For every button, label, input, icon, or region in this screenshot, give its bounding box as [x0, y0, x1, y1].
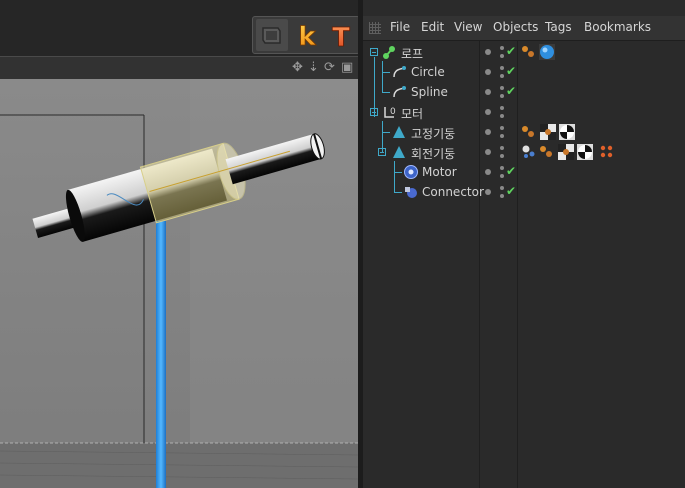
k-plugin-label: k [298, 22, 316, 51]
menu-view[interactable]: View [454, 20, 482, 34]
enabled-check-icon[interactable]: ✔ [506, 84, 516, 98]
object-row-fixed-pillar[interactable]: 고정기둥 [363, 122, 685, 142]
panel-grip-icon[interactable] [369, 22, 381, 34]
render-visibility-dots[interactable] [500, 146, 504, 158]
k-plugin-button[interactable]: k [291, 19, 323, 53]
menu-bookmarks[interactable]: Bookmarks [584, 20, 651, 34]
object-manager: File Edit View Objects Tags Bookmarks 로프… [363, 16, 685, 488]
points-tag-icon[interactable] [599, 144, 615, 160]
null-icon: 0 [384, 107, 396, 118]
spline-ik-icon [383, 46, 395, 59]
editor-visibility-dot[interactable] [485, 89, 491, 95]
menu-tags[interactable]: Tags [545, 20, 572, 34]
menu-file[interactable]: File [390, 20, 410, 34]
render-visibility-dots[interactable] [500, 46, 504, 58]
cone-icon [393, 126, 405, 138]
material-tags-icon[interactable] [521, 124, 537, 140]
object-label: Spline [411, 85, 448, 99]
enabled-check-icon[interactable]: ✔ [506, 44, 516, 58]
object-row-spline[interactable]: Spline ✔ [363, 82, 685, 102]
connector-icon [405, 187, 417, 198]
t-plugin-icon: T [332, 23, 351, 54]
object-row-circle[interactable]: Circle ✔ [363, 62, 685, 82]
render-visibility-dots[interactable] [500, 66, 504, 78]
object-label: Motor [422, 165, 457, 179]
checker-tag-icon[interactable] [558, 144, 574, 160]
editor-visibility-dot[interactable] [485, 169, 491, 175]
object-row-motor-group[interactable]: 0 모터 [363, 102, 685, 122]
enabled-check-icon[interactable]: ✔ [506, 64, 516, 78]
collapse-toggle[interactable] [370, 48, 378, 56]
menu-objects[interactable]: Objects [493, 20, 538, 34]
spline-icon [393, 66, 406, 78]
editor-visibility-dot[interactable] [485, 109, 491, 115]
plugin-toolbar: k T [252, 16, 360, 54]
checker-tag-icon[interactable] [540, 124, 556, 140]
render-visibility-dots[interactable] [500, 186, 504, 198]
svg-text:0: 0 [390, 107, 396, 117]
collapse-toggle[interactable] [370, 108, 378, 116]
object-row-rotating-pillar[interactable]: 회전기둥 [363, 142, 685, 162]
zoom-view-icon[interactable]: ⇣ [308, 60, 319, 76]
texture-tag-icon[interactable] [577, 144, 593, 160]
motor-icon [404, 165, 418, 179]
material-tags-icon[interactable] [539, 144, 555, 160]
object-row-motor[interactable]: Motor ✔ [363, 162, 685, 182]
viewport-header: ✥ ⇣ ⟳ ▣ [0, 56, 358, 79]
3d-viewport[interactable] [0, 79, 358, 488]
collapse-toggle[interactable] [378, 148, 386, 156]
viewport-panel: k T ✥ ⇣ ⟳ ▣ [0, 0, 360, 488]
t-plugin-label: T [332, 23, 350, 51]
floor-plane [0, 443, 358, 488]
render-visibility-dots[interactable] [500, 166, 504, 178]
editor-visibility-dot[interactable] [485, 69, 491, 75]
texture-tag-icon[interactable] [559, 124, 575, 140]
move-view-icon[interactable]: ✥ [292, 60, 303, 76]
enabled-check-icon[interactable]: ✔ [506, 164, 516, 178]
object-label: 고정기둥 [411, 127, 456, 141]
editor-visibility-dot[interactable] [485, 189, 491, 195]
object-label: 회전기둥 [411, 147, 456, 161]
editor-visibility-dot[interactable] [485, 129, 491, 135]
layout-button[interactable] [256, 19, 288, 51]
editor-visibility-dot[interactable] [485, 149, 491, 155]
material-tags-icon[interactable] [521, 44, 537, 60]
render-visibility-dots[interactable] [500, 106, 504, 118]
layout-icon [262, 27, 281, 44]
enabled-check-icon[interactable]: ✔ [506, 184, 516, 198]
rotate-view-icon[interactable]: ⟳ [324, 60, 335, 76]
k-plugin-icon: k [298, 22, 317, 53]
object-label: 로프 [401, 47, 424, 61]
editor-visibility-dot[interactable] [485, 49, 491, 55]
object-manager-menubar: File Edit View Objects Tags Bookmarks [363, 16, 685, 41]
dynamics-tag-icon[interactable] [521, 144, 537, 160]
rope-object [156, 221, 166, 488]
object-row-rope[interactable]: 로프 ✔ [363, 42, 685, 62]
object-label: 모터 [401, 107, 424, 121]
maximize-view-icon[interactable]: ▣ [341, 60, 353, 76]
menu-edit[interactable]: Edit [421, 20, 444, 34]
object-label: Circle [411, 65, 445, 79]
object-label: Connector [422, 185, 484, 199]
spline-icon [393, 86, 406, 98]
t-plugin-button[interactable]: T [325, 19, 357, 54]
render-visibility-dots[interactable] [500, 86, 504, 98]
sphere-tag-icon[interactable] [539, 44, 555, 60]
render-visibility-dots[interactable] [500, 126, 504, 138]
cone-icon [393, 146, 405, 158]
object-row-connector[interactable]: Connector ✔ [363, 182, 685, 202]
